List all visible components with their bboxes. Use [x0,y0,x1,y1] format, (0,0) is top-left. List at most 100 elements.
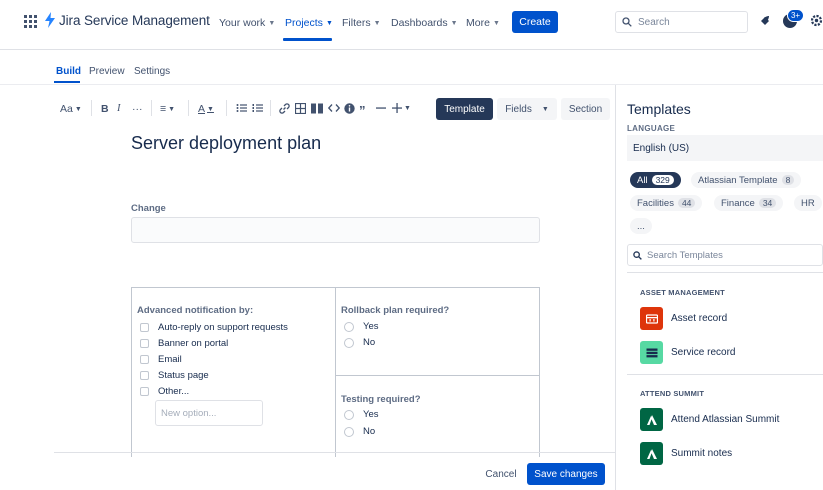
filter-chip-hr[interactable]: HR [794,195,822,211]
chevron-down-icon: ▼ [325,19,333,27]
text-color-dropdown[interactable]: A ▼ [198,103,214,115]
chevron-down-icon: ▼ [541,105,549,113]
app-switcher-icon[interactable] [24,15,37,28]
radio-button[interactable] [344,426,354,437]
nav-label: Dashboards [391,17,448,29]
panel-divider [627,374,823,375]
radio-button[interactable] [344,321,354,332]
chip-label: Finance [721,197,755,209]
language-label: LANGUAGE [627,124,676,133]
template-item-attend-atlassian-summit[interactable]: Attend Atlassian Summit [640,408,779,431]
nav-more[interactable]: More ▼ [466,17,500,29]
language-select[interactable]: English (US) [627,135,823,161]
nav-label: More [466,17,490,29]
active-nav-indicator [283,38,332,41]
checkbox[interactable] [140,323,149,332]
chip-count: 44 [677,198,696,208]
filter-chip-more[interactable]: ... [630,218,652,234]
text-color-icon: A [198,103,206,115]
italic-button[interactable]: I [117,103,121,114]
quote-icon[interactable]: ” [359,103,366,118]
radio-option[interactable]: No [344,337,375,348]
template-name: Service record [671,347,736,358]
fields-dropdown[interactable]: Fields ▼ [497,98,557,120]
option-label: No [363,337,376,348]
footer-divider [54,452,615,453]
template-item-asset-record[interactable]: Asset record [640,307,727,330]
product-logo[interactable]: Jira Service Management [44,12,210,28]
filter-chip-finance[interactable]: Finance 34 [714,195,784,211]
option-label: No [363,426,376,437]
toolbar-separator [151,100,152,116]
option-label: Email [158,354,182,365]
template-item-summit-notes[interactable]: Summit notes [640,442,732,465]
template-button[interactable]: Template [436,98,493,120]
chip-label: Facilities [637,197,674,209]
form-title[interactable]: Server deployment plan [131,133,321,154]
numbered-list-icon[interactable] [252,103,263,113]
notifications-icon[interactable] [758,15,771,33]
template-name: Summit notes [671,448,733,459]
checkbox-option[interactable]: Email [140,354,182,365]
create-button[interactable]: Create [512,11,558,33]
insert-dropdown[interactable]: ▼ [392,103,411,113]
checkbox-option[interactable]: Status page [140,370,209,381]
info-panel-icon[interactable] [344,103,355,114]
radio-button[interactable] [344,337,354,348]
tab-preview[interactable]: Preview [89,66,125,77]
radio-option[interactable]: No [344,426,375,437]
gear-icon[interactable] [810,14,823,32]
toolbar-separator [188,100,189,116]
template-search-input[interactable]: Search Templates [627,244,823,266]
checkbox-option[interactable]: Banner on portal [140,338,228,349]
nav-projects[interactable]: Projects ▼ [285,17,333,29]
chip-count: 34 [758,198,777,208]
testing-field-label: Testing required? [341,394,421,405]
jira-bolt-icon [45,12,55,28]
chevron-down-icon: ▼ [404,104,411,112]
grid-divider [335,375,540,376]
divider-icon[interactable] [376,103,386,113]
table-icon[interactable] [295,103,306,114]
toolbar-separator [226,100,227,116]
radio-option[interactable]: Yes [344,409,379,420]
chip-count: 8 [781,175,795,185]
section-button[interactable]: Section [561,98,610,120]
save-changes-button[interactable]: Save changes [527,463,605,485]
checkbox[interactable] [140,355,149,364]
link-icon[interactable] [279,103,290,114]
checkbox[interactable] [140,387,149,396]
cancel-button[interactable]: Cancel [480,463,522,485]
chip-label: Atlassian Template [698,174,778,186]
radio-button[interactable] [344,409,354,420]
search-icon [622,17,632,27]
bold-button[interactable]: B [101,103,109,115]
checkbox[interactable] [140,371,149,380]
checkbox-option[interactable]: Auto-reply on support requests [140,322,288,333]
filter-chip-atlassian-template[interactable]: Atlassian Template 8 [691,172,802,188]
template-item-service-record[interactable]: Service record [640,341,735,364]
radio-option[interactable]: Yes [344,321,379,332]
more-formatting-button[interactable]: ··· [132,103,143,115]
new-option-input[interactable]: New option... [155,400,263,426]
layout-columns-icon[interactable] [311,103,323,114]
tab-settings[interactable]: Settings [134,66,170,77]
alignment-dropdown[interactable]: ≡ ▼ [160,103,175,115]
nav-label: Filters [342,17,371,29]
code-icon[interactable] [328,103,340,113]
change-text-field[interactable] [131,217,540,243]
filter-chip-facilities[interactable]: Facilities 44 [630,195,703,211]
nav-filters[interactable]: Filters ▼ [342,17,381,29]
filter-chip-all[interactable]: All 329 [630,172,681,188]
nav-your-work[interactable]: Your work ▼ [219,17,275,29]
checkbox[interactable] [140,339,149,348]
bullet-list-icon[interactable] [236,103,247,113]
option-label: Other... [158,386,190,397]
global-search-input[interactable]: Search [615,11,748,33]
text-style-label: Aa [60,103,73,115]
checkbox-option[interactable]: Other... [140,386,189,397]
templates-panel-title: Templates [627,101,691,117]
text-style-dropdown[interactable]: Aa ▼ [60,103,82,115]
nav-dashboards[interactable]: Dashboards ▼ [391,17,458,29]
tab-build[interactable]: Build [56,66,81,77]
